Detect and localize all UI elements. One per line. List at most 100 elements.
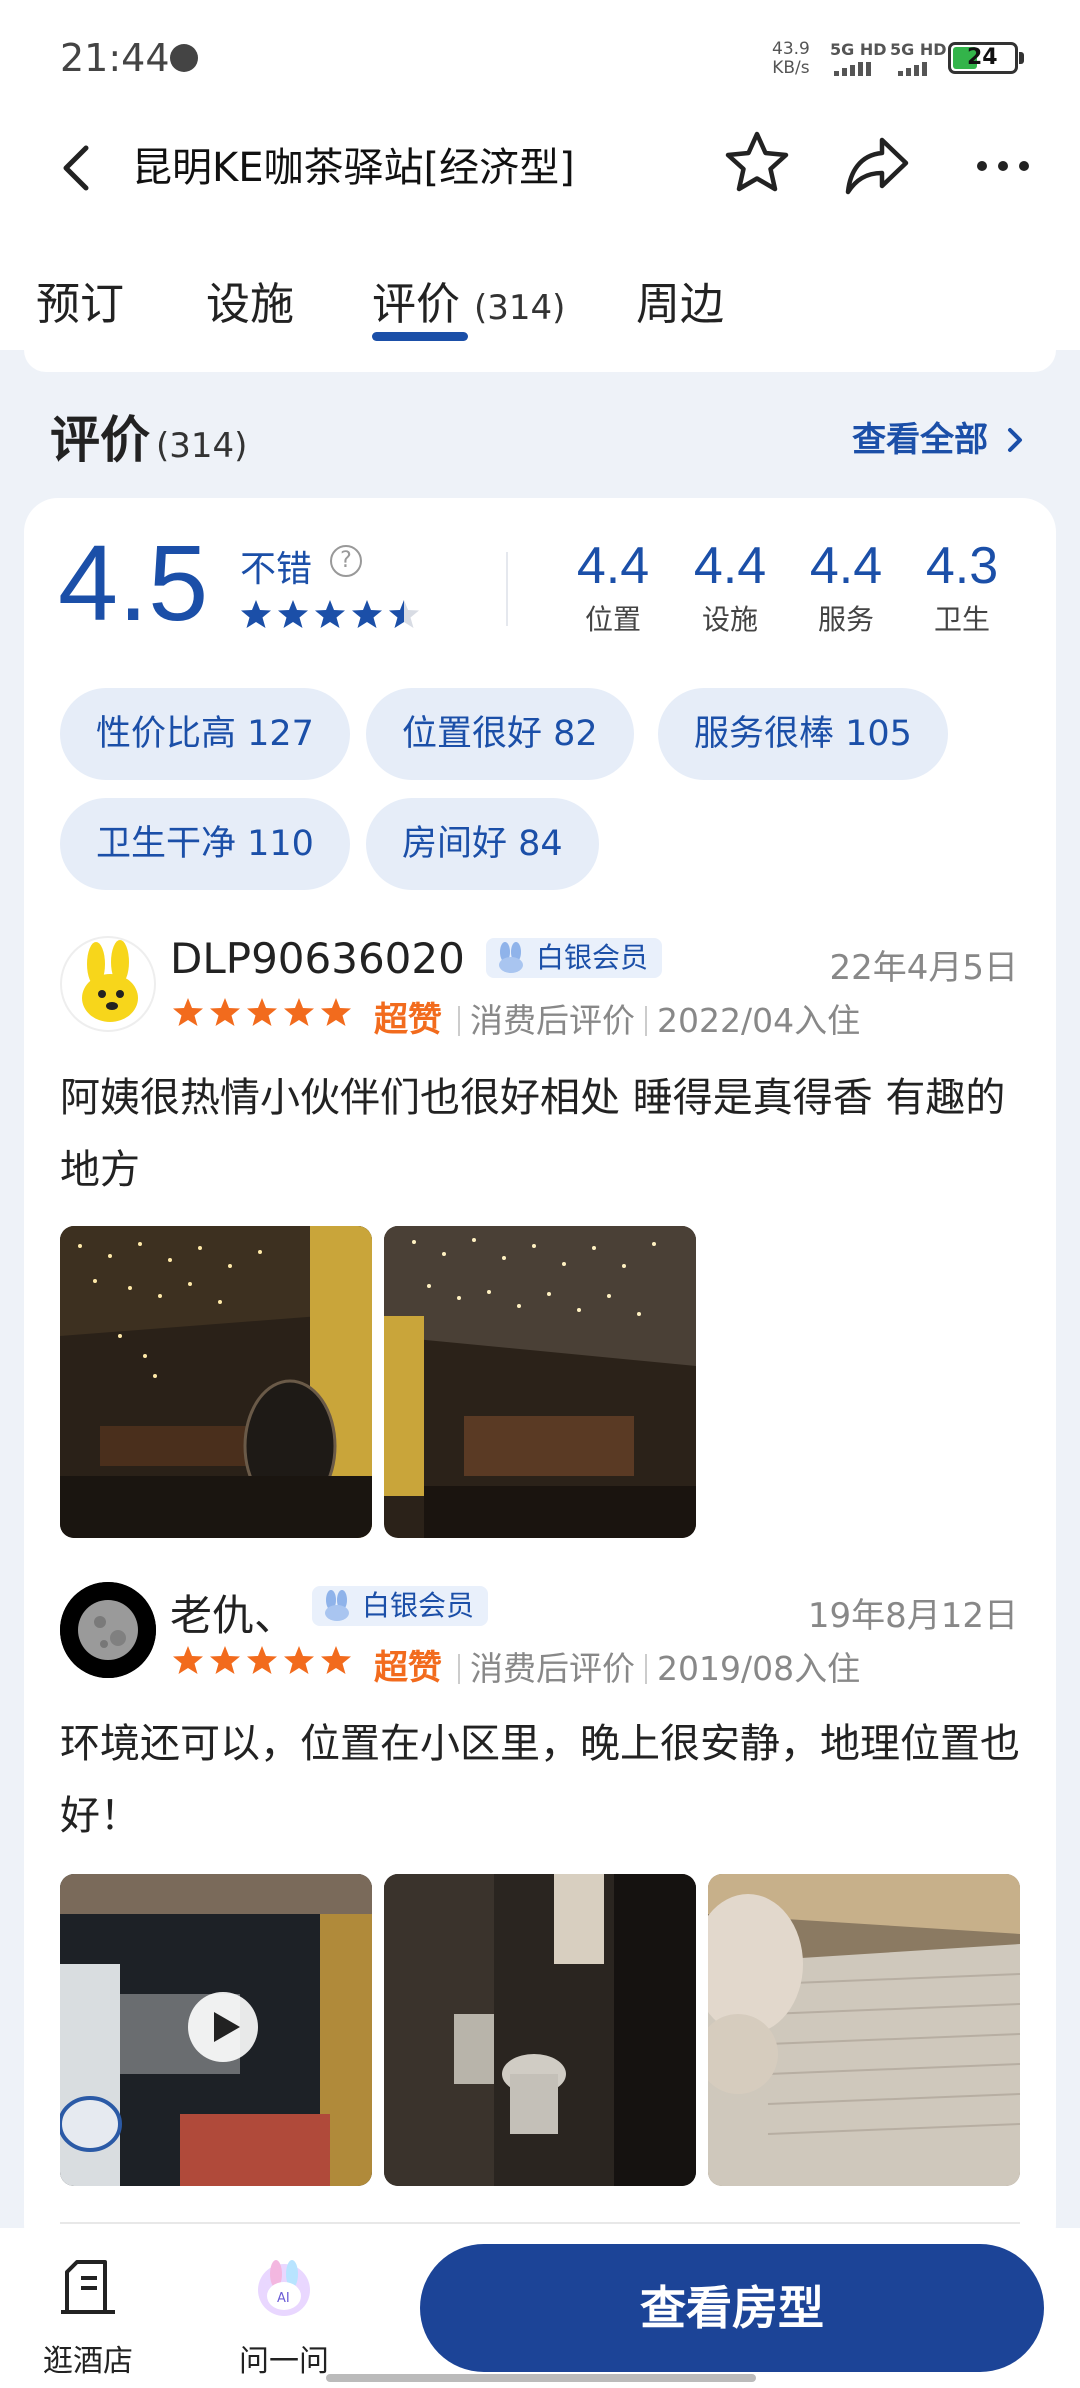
sub-score-service: 4.4 服务 bbox=[796, 536, 896, 638]
tab-reviews[interactable]: 评价 (314) bbox=[372, 268, 565, 332]
sub-score-value: 4.3 bbox=[925, 537, 999, 595]
review-text: 环境还可以，位置在小区里，晚上很安静，地理位置也好！ bbox=[60, 1721, 1020, 1839]
avatar[interactable] bbox=[60, 936, 156, 1032]
member-bunny-icon bbox=[499, 942, 523, 973]
sub-score-label: 设施 bbox=[701, 603, 758, 636]
review-meta: 消费后评价 2022/04入住 bbox=[448, 994, 860, 1042]
view-room-types-button[interactable]: 查看房型 bbox=[420, 2244, 1044, 2372]
review-photo[interactable] bbox=[384, 1226, 696, 1538]
tab-bar: 预订 设施 评价 (314) 周边 bbox=[0, 250, 1080, 350]
network-label-1: 5G HD bbox=[830, 40, 887, 59]
sub-score-value: 4.4 bbox=[576, 537, 650, 595]
member-bunny-icon bbox=[325, 1590, 349, 1621]
avatar[interactable] bbox=[60, 1582, 156, 1678]
tab-reviews-label: 评价 bbox=[372, 279, 460, 330]
review-date: 22年4月5日 bbox=[829, 948, 1018, 988]
tab-nearby[interactable]: 周边 bbox=[636, 268, 724, 332]
svg-text:AI: AI bbox=[277, 2291, 290, 2306]
sub-score-label: 位置 bbox=[584, 603, 641, 636]
stay-date: 2022/04入住 bbox=[657, 1001, 861, 1040]
review-meta: 消费后评价 2019/08入住 bbox=[448, 1642, 860, 1690]
share-icon[interactable] bbox=[842, 130, 912, 200]
review-photo[interactable] bbox=[708, 1874, 1020, 2186]
review-text: 阿姨很热情小伙伴们也很好相处 睡得是真得香 有趣的地方 bbox=[60, 1075, 1006, 1193]
review-stars bbox=[173, 998, 351, 1026]
ai-assistant-icon: AI bbox=[258, 2260, 310, 2316]
top-nav: 昆明KE咖茶驿站[经济型] bbox=[0, 118, 1080, 218]
speed-value: 43.9 bbox=[772, 39, 810, 59]
review-tag[interactable]: 位置很好 82 bbox=[366, 688, 634, 780]
signal-icon bbox=[834, 62, 871, 76]
tab-reviews-count: (314) bbox=[474, 288, 566, 328]
hotel-title: 昆明KE咖茶驿站[经济型] bbox=[132, 145, 575, 191]
member-badge-label: 白银会员 bbox=[536, 941, 649, 974]
network-speed: 43.9 KB/s bbox=[772, 40, 810, 78]
review-username[interactable]: 老仇、 bbox=[170, 1582, 296, 1643]
section-title: 评价 (314) bbox=[50, 400, 247, 472]
speed-unit: KB/s bbox=[772, 58, 810, 78]
sub-score-label: 卫生 bbox=[933, 603, 990, 636]
photo-image bbox=[60, 1226, 372, 1538]
help-icon[interactable]: ? bbox=[330, 545, 362, 577]
review-tag[interactable]: 服务很棒 105 bbox=[658, 688, 948, 780]
rating-word: 超赞 bbox=[374, 1648, 442, 1688]
browse-hotels-button[interactable]: 逛酒店 bbox=[18, 2256, 158, 2380]
rating-stars bbox=[241, 600, 419, 628]
see-all-link[interactable]: 查看全部 bbox=[852, 412, 1024, 461]
sub-score-label: 服务 bbox=[817, 603, 874, 636]
sub-score-facilities: 4.4 设施 bbox=[680, 536, 780, 638]
status-time: 21:44 bbox=[60, 36, 170, 80]
sub-score-hygiene: 4.3 卫生 bbox=[912, 536, 1012, 638]
signal-icon bbox=[898, 62, 927, 76]
member-badge: 白银会员 bbox=[486, 938, 663, 978]
score-word: 不错 bbox=[240, 549, 313, 590]
section-title-label: 评价 bbox=[50, 411, 150, 469]
play-icon[interactable] bbox=[188, 1992, 258, 2062]
battery-icon: 24 bbox=[948, 42, 1024, 74]
stay-date: 2019/08入住 bbox=[657, 1649, 861, 1688]
review-video[interactable] bbox=[60, 1874, 372, 2186]
review-tag[interactable]: 性价比高 127 bbox=[60, 688, 350, 780]
review-type: 消费后评价 bbox=[470, 1649, 635, 1688]
moon-avatar-icon bbox=[60, 1582, 156, 1678]
hotel-document-icon bbox=[61, 2260, 115, 2314]
review-photo[interactable] bbox=[60, 1226, 372, 1538]
divider bbox=[60, 2222, 1020, 2224]
rating-word: 超赞 bbox=[374, 1000, 442, 1040]
member-badge-label: 白银会员 bbox=[362, 1589, 475, 1622]
previous-card-edge bbox=[24, 350, 1056, 372]
review-date: 19年8月12日 bbox=[807, 1596, 1018, 1636]
review-stars bbox=[173, 1646, 351, 1674]
divider bbox=[506, 552, 508, 626]
section-count: (314) bbox=[156, 426, 248, 466]
bunny-avatar-icon bbox=[82, 940, 138, 1022]
member-badge: 白银会员 bbox=[312, 1586, 489, 1626]
photo-image bbox=[384, 1874, 696, 2186]
favorite-star-icon[interactable] bbox=[722, 128, 792, 198]
review-type: 消费后评价 bbox=[470, 1001, 635, 1040]
review-photo[interactable] bbox=[384, 1874, 696, 2186]
sub-score-location: 4.4 位置 bbox=[563, 536, 663, 638]
chevron-right-icon bbox=[1008, 428, 1022, 452]
photo-image bbox=[384, 1226, 696, 1538]
globe-icon bbox=[170, 44, 198, 72]
review-username[interactable]: DLP90636020 bbox=[170, 934, 465, 983]
overall-score: 4.5 bbox=[58, 522, 209, 643]
review-tag[interactable]: 房间好 84 bbox=[366, 798, 599, 890]
ask-button[interactable]: AI 问一问 bbox=[214, 2256, 354, 2380]
see-all-label: 查看全部 bbox=[852, 420, 989, 460]
tab-facilities[interactable]: 设施 bbox=[206, 268, 294, 332]
back-icon[interactable] bbox=[50, 138, 110, 198]
bottom-action-bar: 逛酒店 AI 问一问 查看房型 bbox=[0, 2228, 1080, 2388]
sub-score-value: 4.4 bbox=[693, 537, 767, 595]
active-tab-indicator bbox=[372, 332, 468, 341]
battery-level: 24 bbox=[967, 45, 998, 70]
more-icon[interactable] bbox=[968, 130, 1038, 200]
status-bar: 21:44 43.9 KB/s 5G HD 5G HD 24 bbox=[0, 0, 1080, 118]
home-indicator bbox=[326, 2374, 756, 2382]
review-tag[interactable]: 卫生干净 110 bbox=[60, 798, 350, 890]
network-label-2: 5G HD bbox=[890, 40, 947, 59]
photo-image bbox=[708, 1874, 1020, 2186]
tab-booking[interactable]: 预订 bbox=[36, 268, 124, 332]
sub-score-value: 4.4 bbox=[809, 537, 883, 595]
